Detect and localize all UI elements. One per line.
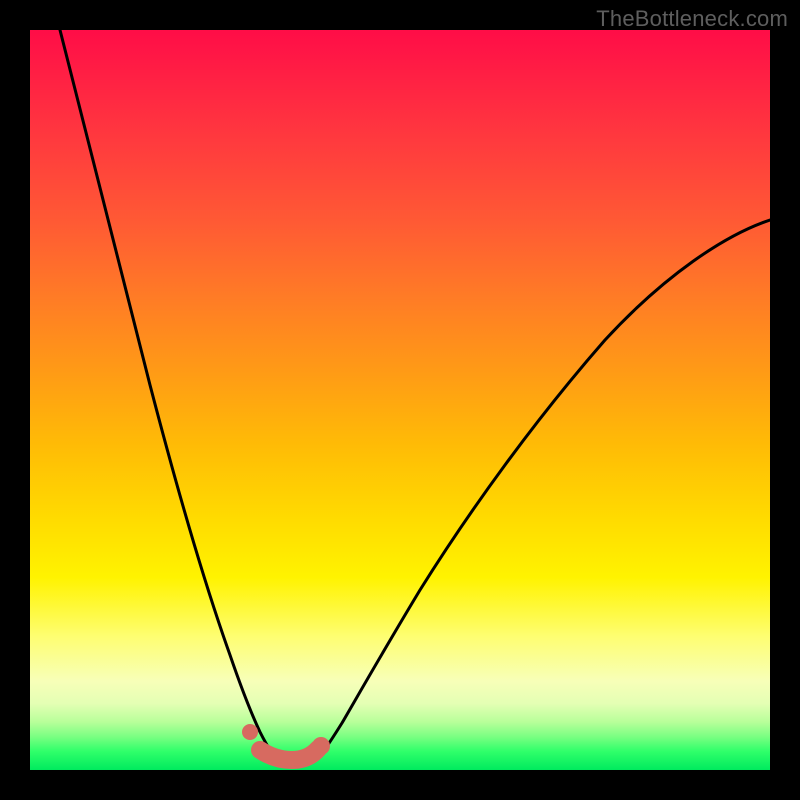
chart-svg bbox=[30, 30, 770, 770]
chart-frame bbox=[30, 30, 770, 770]
right-curve bbox=[322, 220, 770, 753]
marker-dot-left bbox=[242, 724, 258, 740]
bottom-marker-group bbox=[242, 724, 330, 760]
marker-dot-right bbox=[312, 737, 330, 755]
marker-arc bbox=[260, 749, 318, 760]
left-curve bbox=[60, 30, 272, 753]
watermark-text: TheBottleneck.com bbox=[596, 6, 788, 32]
